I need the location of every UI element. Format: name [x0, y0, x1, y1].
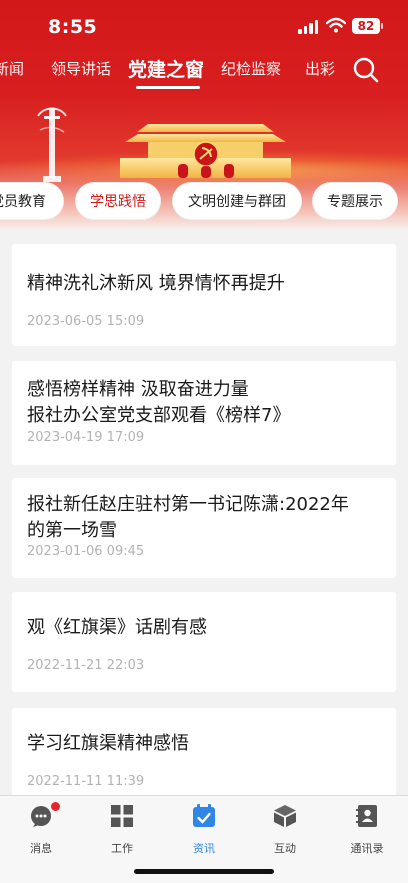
category-special-topics[interactable]: 专题展示: [312, 182, 398, 220]
article-date: 2023-01-06 09:45: [27, 544, 145, 559]
article-title-line: 报社新任赵庄驻村第一书记陈潇:2022年: [27, 494, 349, 515]
nav-label: 互动: [274, 842, 296, 855]
article-title: 观《红旗渠》话剧有感: [27, 615, 207, 641]
article-title-line: 学习红旗渠精神感悟: [27, 733, 189, 754]
nav-news[interactable]: 资讯: [174, 804, 234, 855]
home-indicator: [134, 869, 274, 874]
tab-discipline[interactable]: 纪检监察: [221, 58, 281, 79]
article-date: 2022-11-21 22:03: [27, 658, 145, 673]
huabiao-column-icon: [37, 107, 67, 182]
article-card[interactable]: 感悟榜样精神 汲取奋进力量 报社办公室党支部观看《榜样7》 2023-04-19…: [12, 361, 396, 465]
wifi-icon: [326, 17, 346, 33]
tab-news[interactable]: 新闻: [0, 58, 24, 79]
article-title: 学习红旗渠精神感悟: [27, 731, 189, 757]
search-icon[interactable]: [352, 56, 380, 84]
category-bar: 党员教育 学思践悟 文明创建与群团 专题展示: [0, 182, 408, 222]
active-tab-indicator: [136, 86, 200, 89]
nav-work[interactable]: 工作: [92, 804, 152, 855]
nav-label: 工作: [111, 842, 133, 855]
battery-cap: [381, 23, 383, 29]
article-title-line: 的第一场雪: [27, 520, 117, 541]
article-date: 2022-11-11 11:39: [27, 774, 145, 789]
nav-label: 资讯: [193, 842, 215, 855]
nav-interaction[interactable]: 互动: [255, 804, 315, 855]
article-title-line: 感悟榜样精神 汲取奋进力量: [27, 379, 249, 400]
article-title: 精神洗礼沐新风 境界情怀再提升: [27, 271, 285, 297]
article-title-line: 精神洗礼沐新风 境界情怀再提升: [27, 273, 285, 294]
status-time: 8:55: [48, 16, 98, 38]
cellular-signal-icon: [298, 20, 320, 34]
grid-icon: [111, 805, 133, 827]
calendar-check-icon: [193, 804, 215, 827]
nav-label: 消息: [30, 842, 52, 855]
tab-party-building[interactable]: 党建之窗: [128, 55, 204, 82]
nav-messages[interactable]: 消息: [11, 802, 71, 855]
article-title-line: 观《红旗渠》话剧有感: [27, 617, 207, 638]
article-date: 2023-06-05 15:09: [27, 314, 145, 329]
article-title: 报社新任赵庄驻村第一书记陈潇:2022年 的第一场雪: [27, 492, 349, 544]
article-card[interactable]: 学习红旗渠精神感悟 2022-11-11 11:39: [12, 708, 396, 808]
unread-badge: [51, 802, 60, 811]
category-study-practice[interactable]: 学思践悟: [75, 182, 161, 220]
nav-label: 通讯录: [350, 842, 384, 855]
article-title-line: 报社办公室党支部观看《榜样7》: [27, 405, 291, 426]
message-icon: [31, 806, 51, 827]
battery-level: 82: [352, 18, 380, 34]
article-title: 感悟榜样精神 汲取奋进力量 报社办公室党支部观看《榜样7》: [27, 377, 290, 429]
article-card[interactable]: 精神洗礼沐新风 境界情怀再提升 2023-06-05 15:09: [12, 244, 396, 346]
category-civilization-groups[interactable]: 文明创建与群团: [172, 182, 302, 220]
status-bar: 8:55 82: [0, 0, 408, 50]
cube-icon: [274, 805, 296, 827]
nav-contacts[interactable]: 通讯录: [337, 804, 397, 855]
tab-outstanding[interactable]: 出彩: [305, 58, 335, 79]
tiananmen-gate-icon: [120, 124, 291, 178]
article-date: 2023-04-19 17:09: [27, 430, 145, 445]
category-party-member-education[interactable]: 党员教育: [0, 182, 64, 220]
article-card[interactable]: 报社新任赵庄驻村第一书记陈潇:2022年 的第一场雪 2023-01-06 09…: [12, 478, 396, 578]
article-card[interactable]: 观《红旗渠》话剧有感 2022-11-21 22:03: [12, 592, 396, 692]
tab-leader-speech[interactable]: 领导讲话: [51, 58, 111, 79]
contacts-icon: [356, 805, 377, 827]
